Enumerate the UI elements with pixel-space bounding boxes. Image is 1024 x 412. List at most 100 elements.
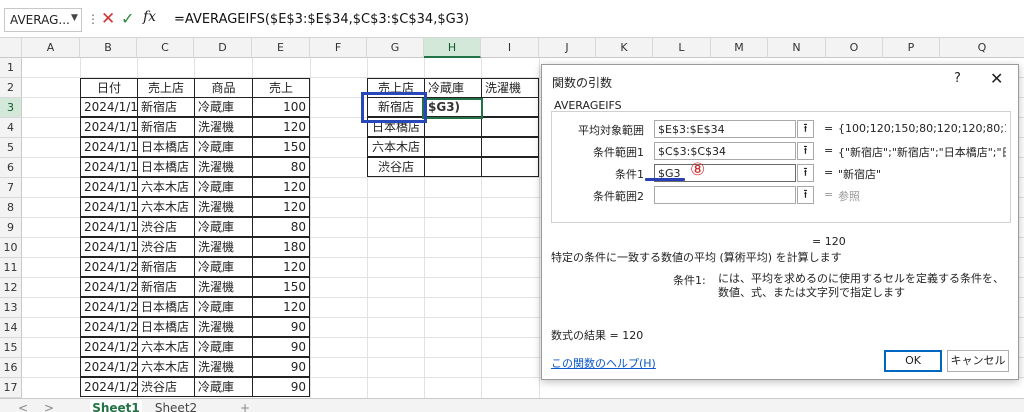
- table-cell[interactable]: 120: [252, 197, 310, 217]
- row-header[interactable]: 3: [0, 98, 22, 118]
- table-cell[interactable]: 120: [252, 177, 310, 197]
- tab-prev-icon[interactable]: <: [18, 400, 28, 412]
- table-cell[interactable]: 2024/1/1: [80, 157, 138, 177]
- summary-header-fridge[interactable]: 冷蔵庫: [424, 78, 482, 98]
- table-cell[interactable]: 2024/1/1: [80, 117, 138, 137]
- table-cell[interactable]: 120: [252, 297, 310, 317]
- cancel-icon[interactable]: ✕: [101, 9, 119, 29]
- collapse-ref-icon[interactable]: ⭱: [797, 164, 814, 182]
- table-header-store[interactable]: 売上店: [137, 78, 195, 98]
- tab-sheet2[interactable]: Sheet2: [150, 400, 202, 412]
- function-help-link[interactable]: この関数のヘルプ(H): [551, 355, 656, 371]
- tab-sheet1[interactable]: Sheet1: [90, 400, 142, 412]
- table-cell[interactable]: 120: [252, 117, 310, 137]
- summary-cell[interactable]: [481, 157, 539, 177]
- table-header-product[interactable]: 商品: [194, 78, 253, 98]
- table-cell[interactable]: 150: [252, 277, 310, 297]
- table-cell[interactable]: 渋谷店: [137, 377, 195, 397]
- column-header[interactable]: P: [883, 38, 940, 58]
- column-header[interactable]: H: [424, 38, 481, 58]
- tab-next-icon[interactable]: >: [44, 400, 54, 412]
- summary-cell[interactable]: [481, 137, 539, 157]
- table-cell[interactable]: 2024/1/1: [80, 197, 138, 217]
- column-header[interactable]: G: [367, 38, 424, 58]
- table-cell[interactable]: 冷蔵庫: [194, 257, 253, 277]
- table-cell[interactable]: 六本木店: [137, 177, 195, 197]
- table-cell[interactable]: 日本橋店: [137, 137, 195, 157]
- table-cell[interactable]: 2024/1/2: [80, 257, 138, 277]
- table-cell[interactable]: 洗濯機: [194, 237, 253, 257]
- table-cell[interactable]: 90: [252, 317, 310, 337]
- table-cell[interactable]: 日本橋店: [137, 317, 195, 337]
- table-cell[interactable]: 2024/1/2: [80, 277, 138, 297]
- help-icon[interactable]: ?: [954, 71, 961, 86]
- table-cell[interactable]: 2024/1/2: [80, 317, 138, 337]
- summary-header-washer[interactable]: 洗濯機: [481, 78, 539, 98]
- formula-input[interactable]: =AVERAGEIFS($E$3:$E$34,$C$3:$C$34,$G3): [174, 12, 469, 27]
- column-header[interactable]: M: [711, 38, 768, 58]
- ok-button[interactable]: OK: [884, 350, 942, 372]
- collapse-ref-icon[interactable]: ⭱: [797, 186, 814, 204]
- cancel-button[interactable]: キャンセル: [947, 350, 1009, 372]
- row-header[interactable]: 13: [0, 298, 22, 318]
- summary-cell[interactable]: [424, 117, 482, 137]
- table-cell[interactable]: 洗濯機: [194, 277, 253, 297]
- row-header[interactable]: 9: [0, 218, 22, 238]
- row-header[interactable]: 7: [0, 178, 22, 198]
- table-cell[interactable]: 120: [252, 257, 310, 277]
- table-cell[interactable]: 150: [252, 137, 310, 157]
- table-cell[interactable]: 日本橋店: [137, 157, 195, 177]
- row-header[interactable]: 5: [0, 138, 22, 158]
- table-cell[interactable]: 六本木店: [137, 197, 195, 217]
- table-cell[interactable]: 新宿店: [137, 277, 195, 297]
- insert-function-icon[interactable]: fx: [143, 9, 156, 25]
- table-cell[interactable]: 冷蔵庫: [194, 217, 253, 237]
- arg-input-criteria-range2[interactable]: [654, 186, 796, 204]
- table-cell[interactable]: 洗濯機: [194, 317, 253, 337]
- table-cell[interactable]: 新宿店: [137, 97, 195, 117]
- table-cell[interactable]: 冷蔵庫: [194, 377, 253, 397]
- column-header[interactable]: E: [252, 38, 310, 58]
- collapse-ref-icon[interactable]: ⭱: [797, 142, 814, 160]
- table-cell[interactable]: 六本木店: [137, 337, 195, 357]
- table-cell[interactable]: 冷蔵庫: [194, 97, 253, 117]
- add-sheet-icon[interactable]: +: [240, 400, 250, 412]
- more-options-icon[interactable]: ⋮: [87, 12, 99, 28]
- table-cell[interactable]: 100: [252, 97, 310, 117]
- table-cell[interactable]: 2024/1/1: [80, 177, 138, 197]
- summary-store-cell[interactable]: 渋谷店: [367, 157, 425, 177]
- summary-cell[interactable]: [424, 157, 482, 177]
- column-header[interactable]: F: [310, 38, 367, 58]
- table-cell[interactable]: 新宿店: [137, 257, 195, 277]
- summary-store-cell[interactable]: 六本木店: [367, 137, 425, 157]
- enter-icon[interactable]: ✓: [121, 9, 139, 29]
- table-cell[interactable]: 2024/1/2: [80, 337, 138, 357]
- column-header[interactable]: D: [194, 38, 252, 58]
- table-cell[interactable]: 六本木店: [137, 357, 195, 377]
- row-header[interactable]: 1: [0, 58, 22, 78]
- row-header[interactable]: 14: [0, 318, 22, 338]
- column-header[interactable]: I: [481, 38, 539, 58]
- row-header[interactable]: 6: [0, 158, 22, 178]
- table-cell[interactable]: 2024/1/2: [80, 297, 138, 317]
- table-cell[interactable]: 80: [252, 157, 310, 177]
- table-cell[interactable]: 洗濯機: [194, 117, 253, 137]
- summary-cell[interactable]: [481, 117, 539, 137]
- table-cell[interactable]: 2024/1/1: [80, 137, 138, 157]
- column-header[interactable]: J: [539, 38, 596, 58]
- table-cell[interactable]: 2024/1/1: [80, 237, 138, 257]
- column-header[interactable]: Q: [940, 38, 1024, 58]
- table-cell[interactable]: 洗濯機: [194, 357, 253, 377]
- row-header[interactable]: 15: [0, 338, 22, 358]
- collapse-ref-icon[interactable]: ⭱: [797, 120, 814, 138]
- table-cell[interactable]: 90: [252, 377, 310, 397]
- summary-cell[interactable]: [424, 137, 482, 157]
- column-header[interactable]: C: [137, 38, 194, 58]
- row-header[interactable]: 17: [0, 378, 22, 398]
- column-header[interactable]: N: [768, 38, 826, 58]
- table-cell[interactable]: 90: [252, 357, 310, 377]
- name-box[interactable]: AVERAG... ▼: [4, 8, 82, 32]
- table-cell[interactable]: 渋谷店: [137, 217, 195, 237]
- row-header[interactable]: 12: [0, 278, 22, 298]
- table-cell[interactable]: 冷蔵庫: [194, 337, 253, 357]
